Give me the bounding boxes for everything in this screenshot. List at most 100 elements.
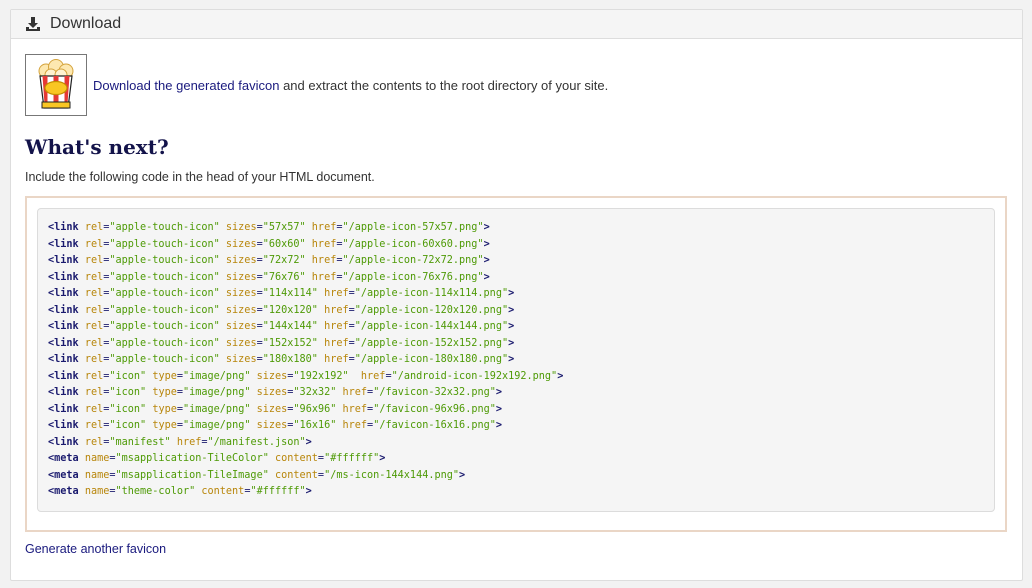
code-tag: <meta [48, 486, 79, 497]
code-attr-value: "image/png" [183, 387, 251, 398]
code-attr-name: href [324, 321, 349, 332]
code-attr-value: "/apple-icon-76x76.png" [342, 271, 484, 283]
code-line: <link rel="apple-touch-icon" sizes="72x7… [48, 253, 994, 270]
code-attr-name: rel [84, 271, 104, 283]
code-tag: <link [48, 370, 79, 382]
code-attr-value: "96x96" [293, 403, 337, 415]
code-tag: <link [48, 271, 79, 283]
code-line: <link rel="icon" type="image/png" sizes=… [48, 418, 994, 435]
code-attr-name: sizes [225, 255, 257, 266]
code-attr-value: "114x114" [262, 288, 318, 299]
code-tag: <link [48, 321, 79, 332]
code-attr-name: rel [84, 321, 104, 332]
code-frame: <link rel="apple-touch-icon" sizes="57x5… [25, 196, 1007, 532]
panel-header: Download [11, 10, 1022, 39]
code-attr-name: href [342, 420, 368, 431]
code-line: <link rel="apple-touch-icon" sizes="120x… [48, 303, 994, 320]
code-attr-name: href [176, 436, 202, 448]
code-attr-name: rel [84, 288, 104, 299]
code-attr-name: href [324, 288, 349, 299]
code-attr-name: name [84, 469, 110, 481]
code-attr-value: "/apple-icon-57x57.png" [342, 222, 484, 233]
code-attr-value: "/apple-icon-152x152.png" [354, 337, 509, 349]
code-attr-name: href [311, 271, 337, 283]
download-icon [25, 16, 41, 32]
code-attr-name: name [84, 486, 110, 497]
code-attr-value: "msapplication-TileImage" [115, 469, 269, 481]
code-tag: <link [48, 387, 79, 398]
code-line: <link rel="icon" type="image/png" sizes=… [48, 369, 994, 386]
code-attr-name: sizes [225, 304, 257, 316]
code-attr-value: "/manifest.json" [207, 436, 306, 448]
download-panel: Download Download the generated favicon … [10, 9, 1023, 581]
code-attr-name: sizes [225, 288, 257, 299]
code-attr-value: "icon" [109, 387, 147, 398]
code-attr-name: content [274, 453, 318, 464]
code-attr-name: rel [84, 354, 104, 365]
code-attr-value: "60x60" [262, 238, 306, 250]
code-attr-value: "180x180" [262, 354, 318, 365]
code-line: <link rel="apple-touch-icon" sizes="76x7… [48, 270, 994, 287]
code-line: <link rel="apple-touch-icon" sizes="60x6… [48, 237, 994, 254]
code-line: <link rel="icon" type="image/png" sizes=… [48, 402, 994, 419]
code-attr-value: "theme-color" [115, 486, 196, 497]
code-attr-name: rel [84, 387, 104, 398]
download-favicon-link[interactable]: Download the generated favicon [93, 78, 279, 93]
code-tag-close: > [508, 321, 515, 332]
code-attr-name: sizes [225, 238, 257, 250]
code-tag: <link [48, 304, 79, 316]
code-attr-name: sizes [256, 403, 288, 415]
code-attr-name: sizes [225, 271, 257, 283]
code-attr-value: "image/png" [183, 403, 251, 415]
code-attr-value: "32x32" [293, 387, 337, 398]
code-tag: <link [48, 288, 79, 299]
generate-another-favicon-link[interactable]: Generate another favicon [25, 542, 166, 556]
code-attr-value: "apple-touch-icon" [109, 337, 220, 349]
popcorn-favicon-image[interactable] [25, 54, 87, 116]
code-tag: <link [48, 238, 79, 250]
code-attr-name: href [311, 238, 337, 250]
code-attr-value: "apple-touch-icon" [109, 222, 220, 233]
code-attr-name: href [354, 370, 386, 382]
panel-title: Download [50, 15, 122, 32]
code-attr-value: "/apple-icon-60x60.png" [342, 238, 484, 250]
code-attr-value: "57x57" [262, 222, 306, 233]
code-attr-name: sizes [225, 354, 257, 365]
code-attr-value: "/favicon-96x96.png" [373, 403, 496, 415]
code-attr-value: "image/png" [183, 370, 251, 382]
code-attr-value: "apple-touch-icon" [109, 271, 220, 283]
code-attr-value: "192x192" [293, 370, 349, 382]
code-attr-name: content [274, 469, 318, 481]
code-attr-value: "apple-touch-icon" [109, 288, 220, 299]
instruction-text: Include the following code in the head o… [25, 170, 375, 184]
code-line: <meta name="msapplication-TileImage" con… [48, 468, 994, 485]
code-attr-value: "/apple-icon-72x72.png" [342, 255, 484, 266]
code-tag-close: > [508, 354, 515, 365]
code-tag-close: > [495, 420, 502, 431]
intro-text: Download the generated favicon and extra… [93, 78, 608, 93]
code-attr-value: "/ms-icon-144x144.png" [324, 469, 459, 481]
code-tag-close: > [459, 469, 466, 481]
code-attr-name: rel [84, 436, 104, 448]
code-attr-value: "/favicon-32x32.png" [373, 387, 496, 398]
code-attr-name: sizes [225, 222, 257, 233]
code-tag-close: > [483, 271, 490, 283]
intro-row: Download the generated favicon and extra… [25, 54, 608, 116]
code-attr-name: href [311, 255, 337, 266]
code-attr-value: "apple-touch-icon" [109, 238, 220, 250]
code-tag: <link [48, 403, 79, 415]
code-attr-name: type [152, 370, 177, 382]
code-attr-name: rel [84, 238, 104, 250]
code-tag-close: > [508, 288, 515, 299]
code-tag: <link [48, 420, 79, 431]
code-tag-close: > [495, 403, 502, 415]
code-attr-name: sizes [225, 337, 257, 349]
code-line: <link rel="apple-touch-icon" sizes="114x… [48, 286, 994, 303]
code-attr-name: href [324, 337, 349, 349]
code-attr-name: rel [84, 420, 104, 431]
code-attr-name: rel [84, 304, 104, 316]
code-attr-value: "apple-touch-icon" [109, 255, 220, 266]
code-tag-close: > [305, 486, 312, 497]
code-block[interactable]: <link rel="apple-touch-icon" sizes="57x5… [37, 208, 995, 512]
code-tag-close: > [483, 238, 490, 250]
